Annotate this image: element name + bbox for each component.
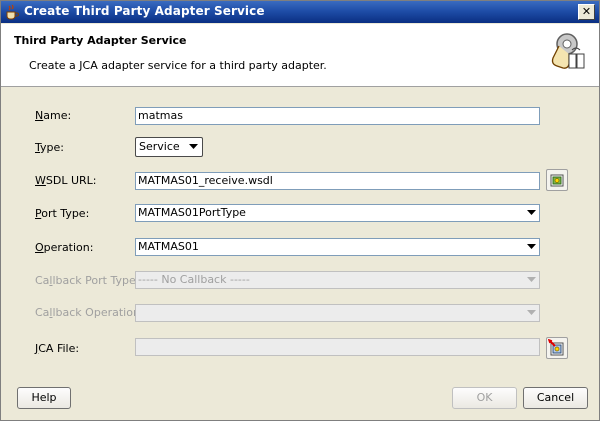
dialog-window: Create Third Party Adapter Service ✕ Thi… — [0, 0, 600, 421]
ok-button[interactable]: OK — [452, 387, 517, 409]
operation-select[interactable]: MATMAS01 — [135, 238, 540, 256]
chevron-down-icon — [526, 277, 536, 282]
chevron-down-icon — [189, 144, 198, 149]
operation-dropdown[interactable] — [523, 239, 539, 255]
chevron-down-icon — [526, 310, 536, 315]
header-description: Create a JCA adapter service for a third… — [29, 59, 327, 72]
callback-operation-dropdown — [523, 305, 539, 321]
name-input[interactable]: matmas — [135, 107, 540, 125]
port-type-dropdown[interactable] — [523, 205, 539, 221]
type-select[interactable]: Service — [135, 137, 203, 157]
form-area: Name: matmas Type: Service WSDL URL: MAT… — [1, 87, 599, 377]
port-type-label: Port Type: — [35, 207, 90, 220]
callback-port-type-value: ----- No Callback ----- — [138, 273, 250, 286]
jca-file-label: JCA File: — [35, 342, 80, 355]
cancel-button[interactable]: Cancel — [523, 387, 588, 409]
type-label: Type: — [35, 141, 64, 154]
title-bar[interactable]: Create Third Party Adapter Service ✕ — [1, 1, 599, 23]
close-button[interactable]: ✕ — [578, 4, 595, 20]
callback-port-type-select: ----- No Callback ----- — [135, 271, 540, 289]
browse-wsdl-icon — [550, 174, 564, 187]
port-type-value: MATMAS01PortType — [138, 206, 246, 219]
jca-browse-button[interactable] — [546, 337, 568, 359]
port-type-select[interactable]: MATMAS01PortType — [135, 204, 540, 222]
chevron-down-icon — [526, 244, 536, 249]
header-title: Third Party Adapter Service — [14, 34, 187, 47]
wsdl-browse-button[interactable] — [546, 169, 568, 191]
window-title: Create Third Party Adapter Service — [24, 4, 265, 18]
jca-file-input — [135, 338, 540, 356]
wsdl-url-label: WSDL URL: — [35, 174, 97, 187]
callback-port-type-dropdown — [523, 272, 539, 288]
wsdl-url-input[interactable]: MATMAS01_receive.wsdl — [135, 172, 540, 190]
java-cup-icon — [6, 4, 19, 20]
operation-label: Operation: — [35, 241, 94, 254]
callback-operation-select — [135, 304, 540, 322]
adapter-gear-icon — [551, 33, 585, 69]
callback-port-type-label: Callback Port Type: — [35, 274, 140, 287]
callback-operation-label: Callback Operation: — [35, 306, 144, 319]
browse-jca-icon — [548, 339, 564, 356]
chevron-down-icon — [526, 210, 536, 215]
dialog-header: Third Party Adapter Service Create a JCA… — [1, 24, 599, 87]
type-select-value: Service — [139, 140, 180, 153]
name-label: Name: — [35, 109, 72, 122]
operation-value: MATMAS01 — [138, 240, 199, 253]
help-button[interactable]: Help — [17, 387, 71, 409]
